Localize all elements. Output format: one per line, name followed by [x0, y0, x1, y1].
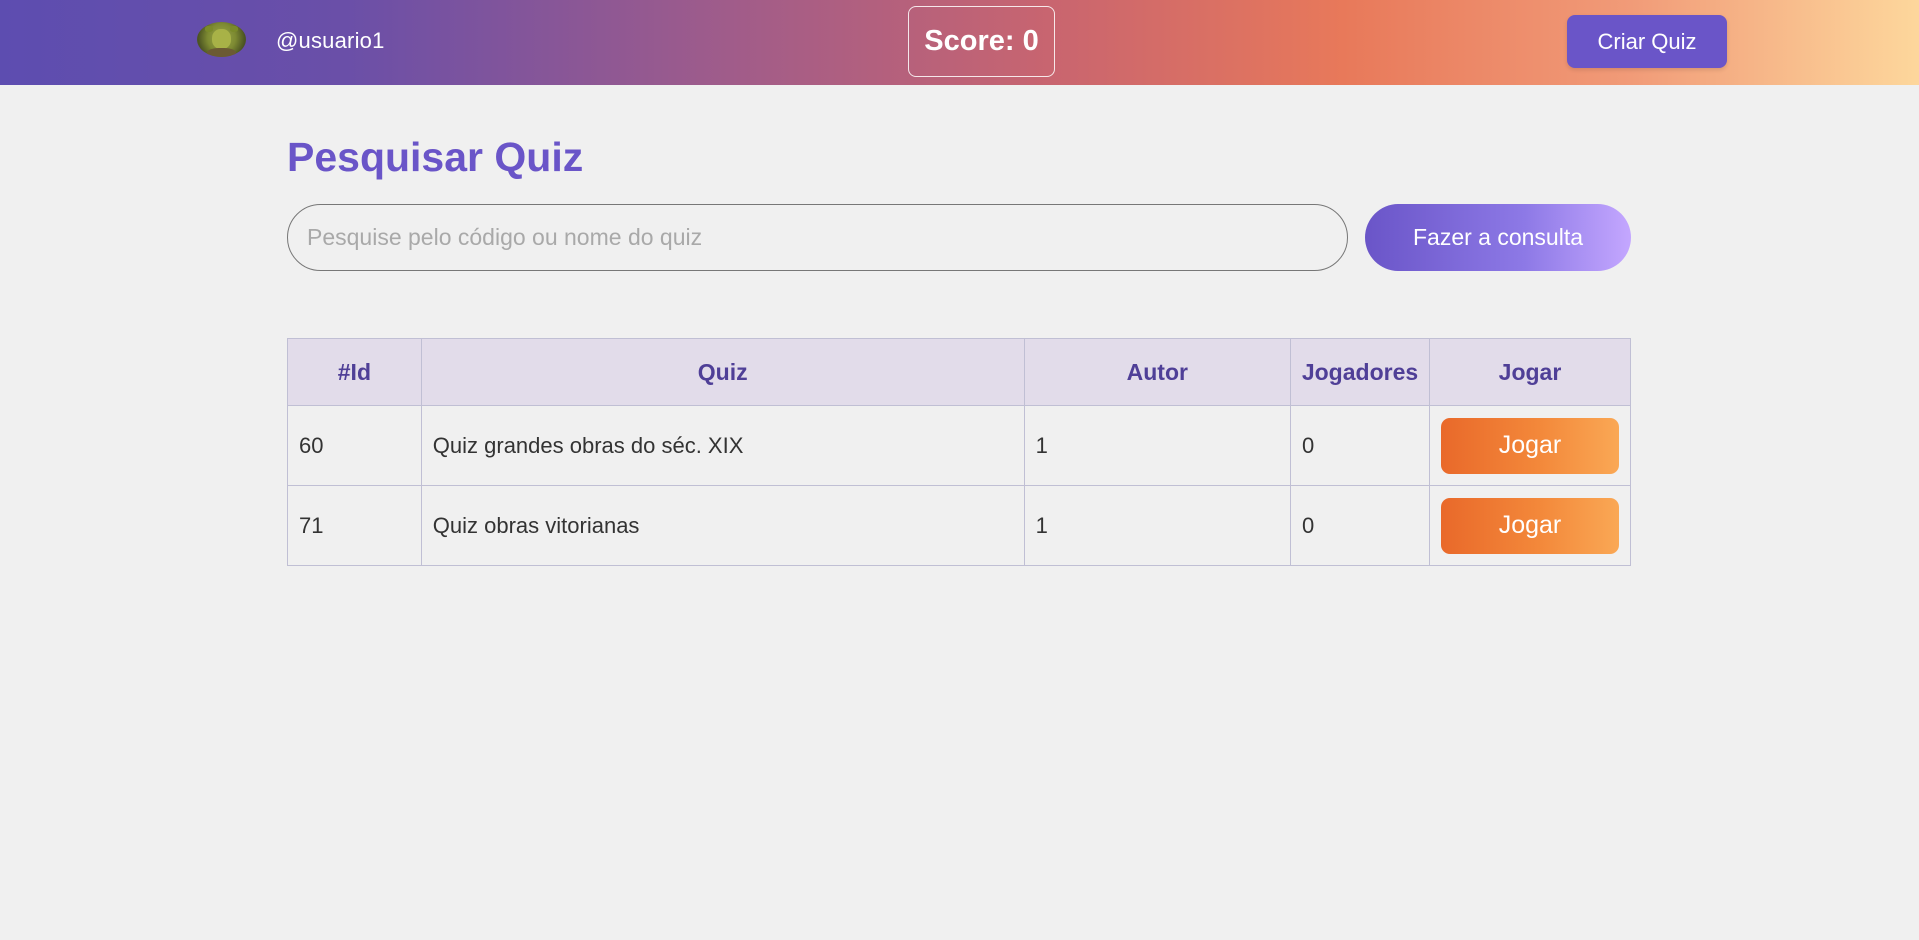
- table-row: 71 Quiz obras vitorianas 1 0 Jogar: [287, 485, 1632, 566]
- cell-action: Jogar: [1428, 405, 1632, 486]
- create-quiz-button[interactable]: Criar Quiz: [1567, 15, 1727, 68]
- header-jogar: Jogar: [1428, 338, 1632, 406]
- top-header: @usuario1 Score: 0 Criar Quiz: [0, 0, 1919, 85]
- table-row: 60 Quiz grandes obras do séc. XIX 1 0 Jo…: [287, 405, 1632, 486]
- play-button[interactable]: Jogar: [1440, 417, 1619, 474]
- header-jogadores: Jogadores: [1290, 338, 1430, 406]
- avatar-ear-right: [230, 26, 238, 32]
- cell-quiz: Quiz obras vitorianas: [420, 485, 1025, 566]
- cell-quiz: Quiz grandes obras do séc. XIX: [420, 405, 1025, 486]
- avatar-body: [207, 48, 236, 57]
- username-label[interactable]: @usuario1: [276, 28, 385, 54]
- cell-id: 60: [287, 405, 422, 486]
- cell-autor: 1: [1023, 485, 1292, 566]
- search-input[interactable]: [287, 204, 1348, 271]
- cell-jogadores: 0: [1290, 405, 1430, 486]
- play-button[interactable]: Jogar: [1440, 497, 1619, 554]
- header-id: #Id: [287, 338, 422, 406]
- user-avatar-icon[interactable]: [197, 22, 246, 57]
- page-title: Pesquisar Quiz: [287, 134, 584, 180]
- cell-jogadores: 0: [1290, 485, 1430, 566]
- score-badge: Score: 0: [908, 6, 1055, 77]
- quiz-table: #Id Quiz Autor Jogadores Jogar 60 Quiz g…: [287, 338, 1632, 566]
- header-quiz: Quiz: [420, 338, 1025, 406]
- avatar-ear-left: [205, 26, 213, 32]
- header-autor: Autor: [1023, 338, 1292, 406]
- search-button[interactable]: Fazer a consulta: [1365, 204, 1631, 271]
- cell-id: 71: [287, 485, 422, 566]
- cell-autor: 1: [1023, 405, 1292, 486]
- avatar-face: [212, 29, 231, 49]
- cell-action: Jogar: [1428, 485, 1632, 566]
- table-header-row: #Id Quiz Autor Jogadores Jogar: [287, 338, 1632, 406]
